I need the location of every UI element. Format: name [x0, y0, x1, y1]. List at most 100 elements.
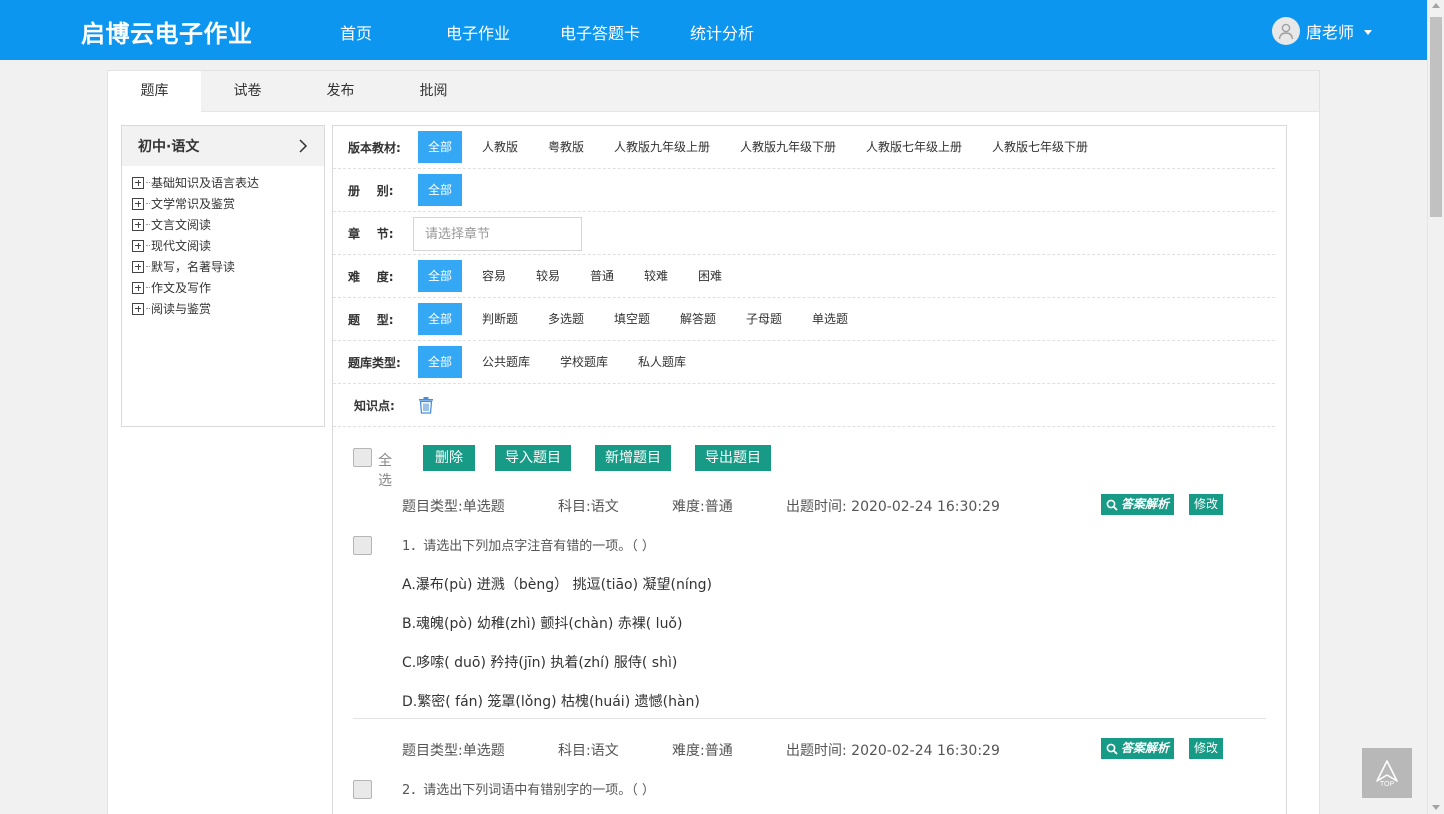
tree-node[interactable]: 现代文阅读 — [122, 235, 324, 256]
scroll-down-arrow-icon[interactable] — [1432, 805, 1440, 810]
filter-label: 题库类型: — [348, 356, 401, 370]
question-stem: 1．请选出下列加点字注音有错的一项。（ ） — [402, 539, 655, 554]
tab-papers[interactable]: 试卷 — [201, 71, 294, 112]
filter-label: 知识点: — [354, 399, 395, 413]
filter-option[interactable]: 粤教版 — [548, 131, 584, 163]
filter-row-difficulty: 难 度: 全部 容易 较易 普通 较难 困难 — [333, 255, 1275, 298]
search-icon — [1106, 743, 1118, 755]
question-checkbox[interactable] — [353, 780, 372, 799]
question-time: 出题时间: 2020-02-24 16:30:29 — [786, 499, 1000, 515]
back-to-top-button[interactable]: TOP — [1362, 748, 1412, 798]
question-subject: 科目:语文 — [558, 743, 619, 759]
tree-node[interactable]: 作文及写作 — [122, 277, 324, 298]
filter-option[interactable]: 解答题 — [680, 303, 716, 335]
expand-plus-icon[interactable] — [132, 260, 144, 273]
tree-node[interactable]: 基础知识及语言表达 — [122, 172, 324, 193]
chapter-input[interactable] — [413, 217, 582, 251]
tree-list: 基础知识及语言表达 文学常识及鉴赏 文言文阅读 现代文阅读 默写，名著导读 作文… — [122, 166, 324, 319]
filter-option[interactable]: 多选题 — [548, 303, 584, 335]
filter-option[interactable]: 子母题 — [746, 303, 782, 335]
expand-plus-icon[interactable] — [132, 218, 144, 231]
filter-option[interactable]: 学校题库 — [560, 346, 608, 378]
filter-option[interactable]: 人教版七年级上册 — [866, 131, 962, 163]
tab-question-bank[interactable]: 题库 — [108, 71, 201, 113]
edit-button[interactable]: 修改 — [1189, 494, 1224, 515]
filter-option-all[interactable]: 全部 — [418, 174, 462, 206]
trash-icon[interactable] — [417, 396, 435, 414]
filter-option[interactable]: 判断题 — [482, 303, 518, 335]
tree-node[interactable]: 文学常识及鉴赏 — [122, 193, 324, 214]
tab-bar: 题库 试卷 发布 批阅 — [108, 71, 1319, 113]
chevron-right-icon — [299, 139, 308, 153]
question-time: 出题时间: 2020-02-24 16:30:29 — [786, 743, 1000, 759]
question-stem: 2．请选出下列词语中有错别字的一项。（ ） — [402, 783, 655, 798]
filter-label: 章 节: — [348, 227, 394, 241]
select-all-label[interactable]: 全选 — [378, 450, 392, 490]
nav-statistics[interactable]: 统计分析 — [690, 20, 754, 44]
scroll-up-arrow-icon[interactable] — [1432, 3, 1440, 8]
tab-publish[interactable]: 发布 — [294, 71, 387, 112]
question-subject: 科目:语文 — [558, 499, 619, 515]
filter-option[interactable]: 较难 — [644, 260, 668, 292]
answer-analysis-button[interactable]: 答案解析 — [1101, 494, 1175, 515]
tree-title: 初中·语文 — [138, 139, 200, 155]
import-button[interactable]: 导入题目 — [495, 445, 571, 471]
nav-home[interactable]: 首页 — [340, 20, 372, 44]
tree-node[interactable]: 阅读与鉴赏 — [122, 298, 324, 319]
user-menu[interactable]: 唐老师 — [1272, 16, 1373, 46]
add-question-button[interactable]: 新增题目 — [595, 445, 671, 471]
expand-plus-icon[interactable] — [132, 197, 144, 210]
avatar — [1272, 17, 1300, 45]
delete-button[interactable]: 删除 — [423, 445, 475, 471]
filter-label: 题 型: — [348, 313, 394, 327]
main-container: 题库 试卷 发布 批阅 初中·语文 基础知识及语言表达 文学常识及鉴赏 文言文阅… — [107, 70, 1320, 814]
edit-button[interactable]: 修改 — [1189, 738, 1224, 759]
filter-option-all[interactable]: 全部 — [418, 131, 462, 163]
top-navbar: 启博云电子作业 首页 电子作业 电子答题卡 统计分析 唐老师 — [0, 0, 1427, 60]
scroll-thumb[interactable] — [1430, 17, 1442, 217]
question-divider — [353, 718, 1266, 719]
filter-option-all[interactable]: 全部 — [418, 346, 462, 378]
tree-subject-header[interactable]: 初中·语文 — [122, 126, 324, 166]
filter-option[interactable]: 人教版七年级下册 — [992, 131, 1088, 163]
filter-row-volume: 册 别: 全部 — [333, 169, 1275, 212]
search-icon — [1106, 499, 1118, 511]
filter-label: 难 度: — [348, 270, 394, 284]
filter-option[interactable]: 填空题 — [614, 303, 650, 335]
question-type: 题目类型:单选题 — [402, 743, 505, 759]
filter-option[interactable]: 私人题库 — [638, 346, 686, 378]
tree-node[interactable]: 默写，名著导读 — [122, 256, 324, 277]
filter-option[interactable]: 较易 — [536, 260, 560, 292]
filter-option-all[interactable]: 全部 — [418, 260, 462, 292]
filter-option[interactable]: 人教版九年级下册 — [740, 131, 836, 163]
export-button[interactable]: 导出题目 — [695, 445, 771, 471]
tab-review[interactable]: 批阅 — [387, 71, 480, 112]
filter-option[interactable]: 普通 — [590, 260, 614, 292]
filter-option[interactable]: 单选题 — [812, 303, 848, 335]
expand-plus-icon[interactable] — [132, 176, 144, 189]
question-checkbox[interactable] — [353, 536, 372, 555]
expand-plus-icon[interactable] — [132, 281, 144, 294]
expand-plus-icon[interactable] — [132, 302, 144, 315]
filter-option[interactable]: 容易 — [482, 260, 506, 292]
filter-option[interactable]: 人教版 — [482, 131, 518, 163]
nav-answer-card[interactable]: 电子答题卡 — [560, 20, 640, 44]
user-name: 唐老师 — [1306, 23, 1355, 42]
back-to-top-label: TOP — [1379, 780, 1395, 788]
filter-option[interactable]: 人教版九年级上册 — [614, 131, 710, 163]
filter-option-all[interactable]: 全部 — [418, 303, 462, 335]
app-logo[interactable]: 启博云电子作业 — [81, 14, 253, 49]
filter-row-chapter: 章 节: — [333, 212, 1275, 255]
filter-row-knowledge: 知识点: — [333, 384, 1275, 427]
filter-label: 版本教材: — [348, 141, 401, 155]
filter-option[interactable]: 公共题库 — [482, 346, 530, 378]
filter-option[interactable]: 困难 — [698, 260, 722, 292]
tree-node[interactable]: 文言文阅读 — [122, 214, 324, 235]
nav-homework[interactable]: 电子作业 — [446, 20, 510, 44]
expand-plus-icon[interactable] — [132, 239, 144, 252]
answer-analysis-button[interactable]: 答案解析 — [1101, 738, 1175, 759]
page-scrollbar[interactable] — [1427, 0, 1444, 814]
question-difficulty: 难度:普通 — [672, 743, 733, 759]
select-all-checkbox[interactable] — [353, 448, 372, 467]
question-option: D.繁密( fán) 笼罩(lǒng) 枯槐(huái) 遗憾(hàn) — [402, 694, 700, 710]
